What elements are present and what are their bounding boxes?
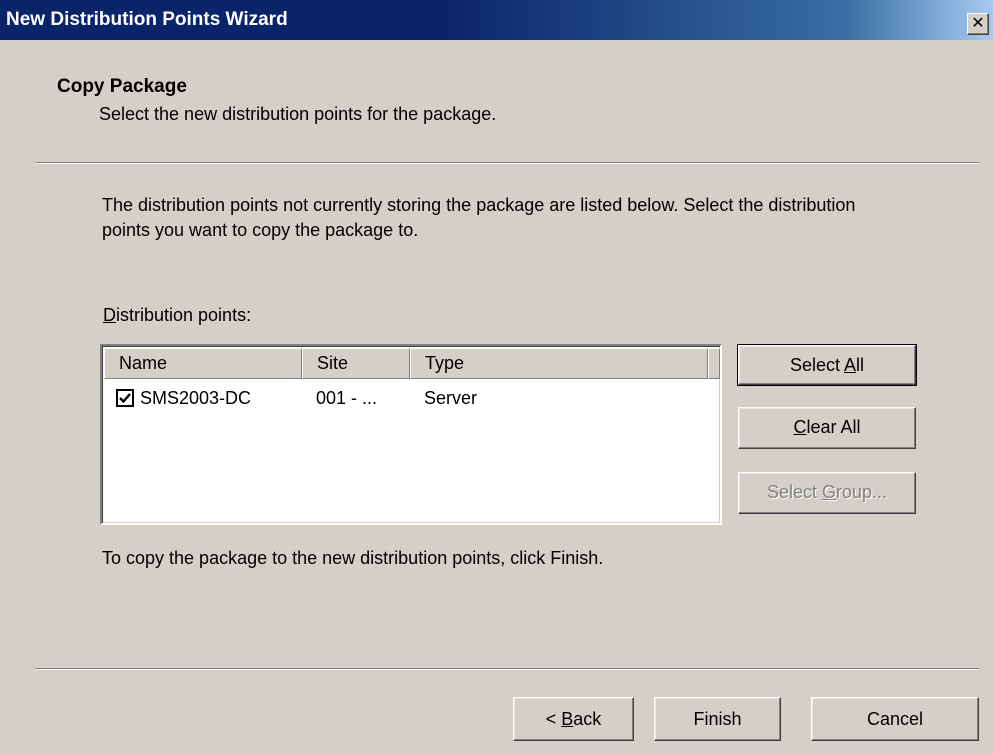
row-type: Server (424, 388, 478, 408)
finish-instructions: To copy the package to the new distribut… (102, 548, 604, 568)
row-site: 001 - ... (316, 388, 378, 408)
checkmark-icon (119, 393, 131, 404)
distribution-points-label: Distribution points: (103, 305, 252, 325)
footer-divider (35, 668, 979, 670)
distribution-points-list[interactable]: Name Site Type SMS2003-DC 001 - ... Serv… (100, 344, 722, 525)
column-header-filler (708, 348, 720, 379)
title-bar: New Distribution Points Wizard ✕ (0, 0, 993, 40)
list-item[interactable]: SMS2003-DC 001 - ... Server (104, 383, 718, 413)
row-name: SMS2003-DC (140, 388, 252, 408)
header-divider (35, 162, 979, 164)
column-header-name[interactable]: Name (104, 348, 302, 379)
column-header-type[interactable]: Type (410, 348, 708, 379)
page-title: Copy Package (57, 76, 187, 97)
window-title: New Distribution Points Wizard (6, 9, 288, 30)
select-all-button[interactable]: Select All (737, 344, 917, 386)
finish-button[interactable]: Finish (654, 697, 781, 741)
close-icon[interactable]: ✕ (967, 13, 989, 35)
clear-all-button[interactable]: Clear All (738, 407, 916, 449)
select-group-button[interactable]: Select Group... (738, 472, 916, 514)
column-header-site[interactable]: Site (302, 348, 410, 379)
row-checkbox[interactable] (116, 389, 134, 407)
intro-text: The distribution points not currently st… (102, 195, 856, 240)
back-button[interactable]: < Back (513, 697, 634, 741)
page-subtitle: Select the new distribution points for t… (99, 104, 497, 124)
cancel-button[interactable]: Cancel (811, 697, 979, 741)
